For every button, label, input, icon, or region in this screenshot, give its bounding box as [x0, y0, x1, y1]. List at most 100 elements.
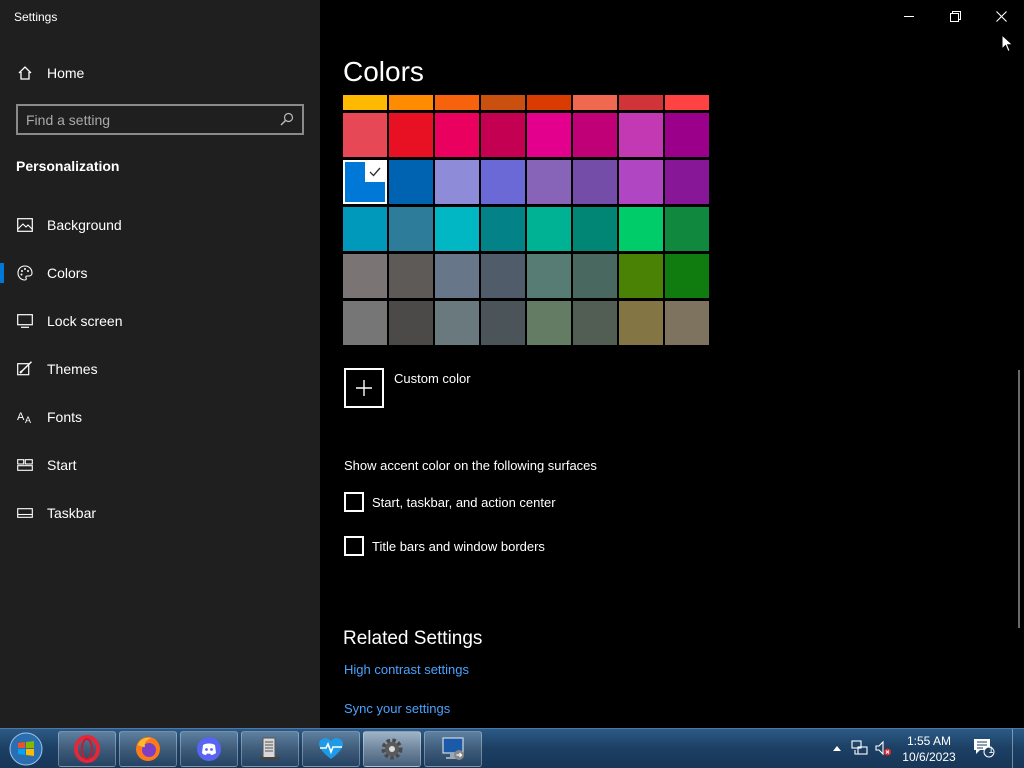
- search-icon[interactable]: [280, 112, 294, 126]
- color-swatch[interactable]: [619, 207, 663, 251]
- palette-icon: [16, 264, 34, 282]
- taskbar-app-firefox[interactable]: [119, 731, 177, 767]
- color-swatch[interactable]: [481, 207, 525, 251]
- color-swatch[interactable]: [527, 160, 571, 204]
- color-swatch[interactable]: [389, 113, 433, 157]
- color-swatch[interactable]: [435, 301, 479, 345]
- restore-icon: [949, 10, 961, 22]
- start-taskbar-checkbox[interactable]: [344, 492, 364, 512]
- section-title: Personalization: [16, 158, 120, 174]
- sidebar-item-label: Fonts: [47, 409, 83, 425]
- color-swatch[interactable]: [573, 160, 617, 204]
- related-settings-title: Related Settings: [343, 628, 483, 649]
- color-swatch[interactable]: [389, 254, 433, 298]
- show-hidden-icons-button[interactable]: [828, 739, 846, 757]
- minimize-button[interactable]: [886, 0, 932, 32]
- color-swatch[interactable]: [665, 301, 709, 345]
- taskbar-app-discord[interactable]: [180, 731, 238, 767]
- search-box[interactable]: [16, 104, 304, 135]
- sidebar-item-label: Themes: [47, 361, 98, 377]
- sidebar-item-start[interactable]: Start: [0, 445, 320, 485]
- sidebar: Settings Home Personalization Background…: [0, 0, 320, 728]
- color-swatch[interactable]: [389, 160, 433, 204]
- color-swatch[interactable]: [527, 95, 571, 110]
- color-swatch[interactable]: [343, 160, 387, 204]
- health-monitor-icon: [319, 738, 343, 759]
- lock-screen-icon: [16, 312, 34, 330]
- color-swatch[interactable]: [481, 301, 525, 345]
- color-swatch[interactable]: [665, 160, 709, 204]
- restore-button[interactable]: [932, 0, 978, 32]
- color-swatch[interactable]: [343, 207, 387, 251]
- sidebar-item-themes[interactable]: Themes: [0, 349, 320, 389]
- color-swatch[interactable]: [481, 95, 525, 110]
- remote-desktop-icon: [442, 737, 464, 760]
- color-swatch[interactable]: [573, 113, 617, 157]
- taskbar-app-settings[interactable]: [363, 731, 421, 767]
- color-swatch[interactable]: [619, 254, 663, 298]
- taskbar-app-file-manager[interactable]: [241, 731, 299, 767]
- color-swatch[interactable]: [527, 301, 571, 345]
- sidebar-item-fonts[interactable]: AA Fonts: [0, 397, 320, 437]
- color-swatch[interactable]: [389, 207, 433, 251]
- taskbar-app-health-monitor[interactable]: [302, 731, 360, 767]
- sidebar-item-background[interactable]: Background: [0, 205, 320, 245]
- chevron-up-icon: [833, 746, 841, 751]
- color-swatch[interactable]: [435, 207, 479, 251]
- color-swatch[interactable]: [665, 113, 709, 157]
- close-button[interactable]: [978, 0, 1024, 32]
- taskbar-app-remote-desktop[interactable]: [424, 731, 482, 767]
- checkbox-row-title-bars[interactable]: Title bars and window borders: [344, 536, 545, 556]
- color-swatch[interactable]: [665, 207, 709, 251]
- custom-color-button[interactable]: [344, 368, 384, 408]
- checkbox-row-start-taskbar[interactable]: Start, taskbar, and action center: [344, 492, 556, 512]
- color-swatch[interactable]: [573, 207, 617, 251]
- color-swatch[interactable]: [527, 254, 571, 298]
- network-tray-button[interactable]: [851, 739, 869, 757]
- color-swatch[interactable]: [343, 113, 387, 157]
- sidebar-item-taskbar[interactable]: Taskbar: [0, 493, 320, 533]
- high-contrast-link[interactable]: High contrast settings: [344, 662, 469, 677]
- volume-tray-button[interactable]: [874, 739, 892, 757]
- color-swatch[interactable]: [389, 95, 433, 110]
- search-input[interactable]: [26, 111, 276, 129]
- color-swatch[interactable]: [389, 301, 433, 345]
- color-swatch[interactable]: [573, 301, 617, 345]
- checkmark-icon: [365, 162, 385, 182]
- color-swatch[interactable]: [573, 95, 617, 110]
- scrollbar[interactable]: [1018, 370, 1020, 628]
- color-swatch[interactable]: [665, 254, 709, 298]
- app-title: Settings: [14, 10, 58, 24]
- color-swatch[interactable]: [343, 95, 387, 110]
- color-swatch[interactable]: [481, 113, 525, 157]
- action-center-button[interactable]: 1: [972, 739, 996, 758]
- brush-icon: [16, 360, 34, 378]
- taskbar-app-opera[interactable]: [58, 731, 116, 767]
- sidebar-item-colors[interactable]: Colors: [0, 253, 320, 293]
- color-swatch[interactable]: [619, 95, 663, 110]
- color-swatch[interactable]: [435, 113, 479, 157]
- sidebar-item-label: Lock screen: [47, 313, 123, 329]
- color-swatch[interactable]: [527, 207, 571, 251]
- opera-icon: [74, 735, 100, 763]
- title-bars-checkbox[interactable]: [344, 536, 364, 556]
- sync-settings-link[interactable]: Sync your settings: [344, 701, 450, 716]
- color-swatch[interactable]: [573, 254, 617, 298]
- color-swatch[interactable]: [527, 113, 571, 157]
- color-swatch[interactable]: [619, 113, 663, 157]
- color-swatch[interactable]: [435, 254, 479, 298]
- nav-home[interactable]: Home: [0, 53, 320, 93]
- clock[interactable]: 1:55 AM 10/6/2023: [898, 733, 960, 765]
- color-swatch[interactable]: [481, 254, 525, 298]
- color-swatch[interactable]: [481, 160, 525, 204]
- color-swatch[interactable]: [343, 254, 387, 298]
- show-desktop-button[interactable]: [1012, 729, 1024, 768]
- start-button[interactable]: [4, 731, 48, 767]
- color-swatch[interactable]: [665, 95, 709, 110]
- color-swatch[interactable]: [435, 160, 479, 204]
- sidebar-item-lock-screen[interactable]: Lock screen: [0, 301, 320, 341]
- color-swatch[interactable]: [619, 301, 663, 345]
- color-swatch[interactable]: [619, 160, 663, 204]
- color-swatch[interactable]: [435, 95, 479, 110]
- color-swatch[interactable]: [343, 301, 387, 345]
